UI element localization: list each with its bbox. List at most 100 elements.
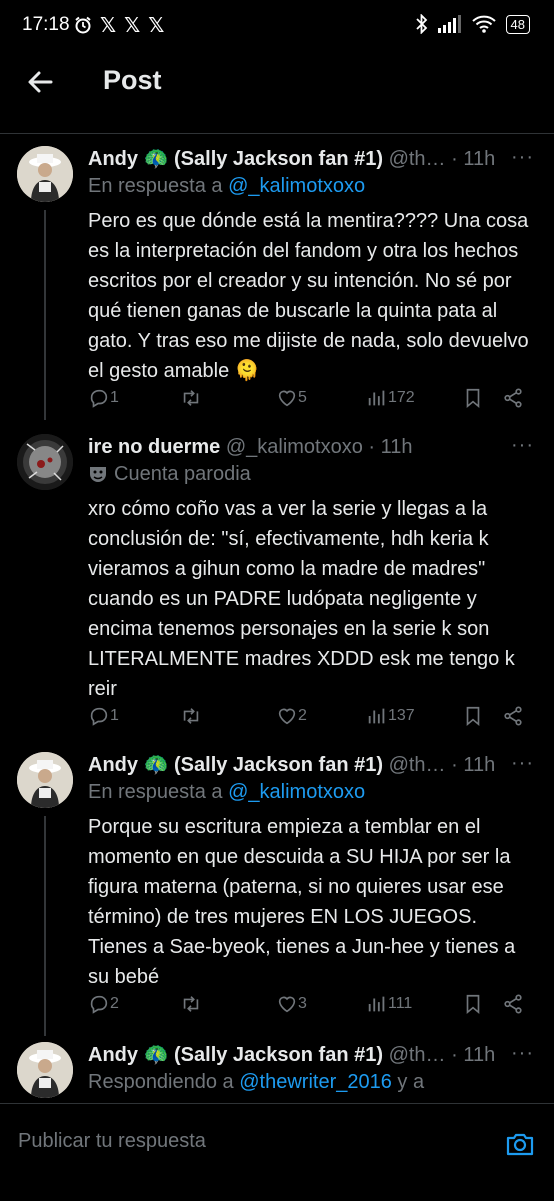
tweet-header: Andy 🦚 (Sally Jackson fan #1) @th… · 11h [88, 1042, 534, 1068]
views-button[interactable]: 172 [366, 387, 462, 409]
like-count: 2 [298, 707, 307, 724]
reply-input[interactable]: Publicar tu respuesta [18, 1130, 206, 1153]
tweet-text: Pero es que dónde está la mentira???? Un… [88, 210, 529, 382]
tweet-text: xro cómo coño vas a ver la serie y llega… [88, 498, 515, 700]
bookmark-button[interactable] [462, 705, 502, 727]
bookmark-icon [466, 706, 480, 727]
retweet-button[interactable] [180, 993, 276, 1015]
reply-count: 1 [110, 707, 119, 724]
reply-button[interactable]: 2 [88, 993, 180, 1015]
camera-icon[interactable] [504, 1128, 536, 1160]
status-bar: 17:18 𝕏 𝕏 𝕏 48 [0, 0, 554, 52]
reply-context: En respuesta a @_kalimotxoxo [88, 172, 534, 200]
share-button[interactable] [502, 705, 524, 727]
views-icon [368, 390, 385, 406]
like-button[interactable]: 2 [276, 705, 366, 727]
page-title: Post [103, 65, 162, 95]
x-notification-icon: 𝕏 [124, 13, 141, 37]
thread-line [44, 210, 46, 420]
like-button[interactable]: 5 [276, 387, 366, 409]
display-name[interactable]: Andy 🦚 (Sally Jackson fan #1) [88, 1044, 383, 1066]
like-icon [278, 390, 296, 407]
action-bar: 1 5 172 [88, 384, 534, 412]
parody-label: Cuenta parodia [88, 460, 534, 488]
reply-suffix: y a [397, 1071, 425, 1093]
handle[interactable]: @th… [389, 754, 446, 776]
like-icon [278, 996, 296, 1013]
more-icon[interactable]: ··· [511, 146, 534, 169]
like-icon [278, 708, 296, 725]
reply-to-link[interactable]: @_kalimotxoxo [228, 175, 365, 197]
back-arrow-icon[interactable] [24, 66, 56, 98]
alarm-icon [75, 16, 91, 34]
handle[interactable]: @_kalimotxoxo [226, 436, 363, 458]
thread-line [44, 816, 46, 1036]
like-button[interactable]: 3 [276, 993, 366, 1015]
timestamp: · 11h [368, 436, 413, 458]
tweet-header: ire no duerme @_kalimotxoxo · 11h [88, 434, 534, 460]
reply-prefix: En respuesta a [88, 781, 223, 803]
top-app-bar: Post [0, 52, 554, 122]
avatar[interactable] [17, 146, 73, 202]
avatar[interactable] [17, 1042, 73, 1098]
timestamp: · 11h [451, 148, 496, 170]
avatar[interactable] [17, 434, 73, 490]
display-name[interactable]: Andy 🦚 (Sally Jackson fan #1) [88, 754, 383, 776]
timestamp: · 11h [451, 1044, 496, 1066]
reply-composer: Publicar tu respuesta [0, 1103, 554, 1201]
battery-indicator: 48 [505, 14, 530, 34]
view-count: 172 [388, 389, 415, 406]
views-icon [368, 996, 385, 1012]
reply-to-link[interactable]: @_kalimotxoxo [228, 781, 365, 803]
share-icon [504, 706, 522, 726]
like-count: 3 [298, 995, 307, 1012]
views-icon [368, 708, 385, 724]
action-bar: 2 3 111 [88, 990, 534, 1018]
retweet-button[interactable] [180, 705, 276, 727]
bookmark-button[interactable] [462, 387, 502, 409]
reply-to-link[interactable]: @thewriter_2016 [239, 1071, 392, 1093]
x-notification-icon: 𝕏 [100, 13, 117, 37]
reply-button[interactable]: 1 [88, 705, 180, 727]
display-name[interactable]: ire no duerme [88, 436, 220, 458]
status-time: 17:18 [22, 14, 70, 35]
bookmark-icon [466, 994, 480, 1015]
share-button[interactable] [502, 993, 524, 1015]
reply-context: En respuesta a @_kalimotxoxo [88, 778, 534, 806]
display-name[interactable]: Andy 🦚 (Sally Jackson fan #1) [88, 148, 383, 170]
parody-text: Cuenta parodia [114, 463, 251, 485]
bookmark-button[interactable] [462, 993, 502, 1015]
reply-icon [90, 995, 108, 1014]
reply-prefix: En respuesta a [88, 175, 223, 197]
share-icon [504, 994, 522, 1014]
reply-count: 2 [110, 995, 119, 1012]
retweet-icon [183, 708, 199, 724]
tweet-text: Porque su escritura empieza a temblar en… [88, 816, 516, 988]
bookmark-icon [466, 388, 480, 409]
retweet-icon [183, 996, 199, 1012]
reply-context: Respondiendo a @thewriter_2016 y a [88, 1068, 534, 1096]
views-button[interactable]: 137 [366, 705, 462, 727]
share-button[interactable] [502, 387, 524, 409]
handle[interactable]: @th… [389, 148, 446, 170]
reply-icon [90, 389, 108, 408]
like-count: 5 [298, 389, 307, 406]
view-count: 137 [388, 707, 415, 724]
handle[interactable]: @th… [389, 1044, 446, 1066]
more-icon[interactable]: ··· [511, 1042, 534, 1065]
more-icon[interactable]: ··· [511, 752, 534, 775]
tweet-header: Andy 🦚 (Sally Jackson fan #1) @th… · 11h [88, 146, 534, 172]
view-count: 111 [388, 995, 413, 1012]
action-bar: 1 2 137 [88, 702, 534, 730]
x-notification-icon: 𝕏 [148, 13, 165, 37]
avatar[interactable] [17, 752, 73, 808]
tweet-header: Andy 🦚 (Sally Jackson fan #1) @th… · 11h [88, 752, 534, 778]
reply-prefix: Respondiendo a [88, 1071, 234, 1093]
retweet-button[interactable] [180, 387, 276, 409]
status-left-icons: 𝕏 𝕏 𝕏 [74, 14, 164, 36]
header-divider [0, 133, 554, 134]
more-icon[interactable]: ··· [511, 434, 534, 457]
reply-button[interactable]: 1 [88, 387, 180, 409]
views-button[interactable]: 111 [366, 993, 462, 1015]
status-right-icons: 48 [415, 14, 530, 34]
